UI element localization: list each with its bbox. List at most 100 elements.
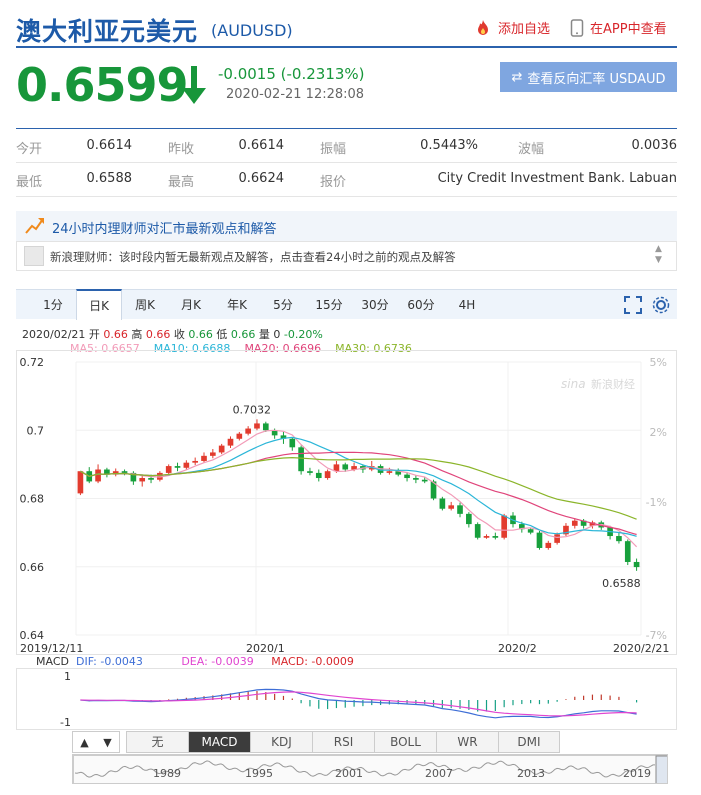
fullscreen-icon[interactable]: [624, 296, 642, 314]
candle-body: [342, 464, 349, 470]
advisor-title[interactable]: 24小时内理财师对汇市最新观点和解答: [52, 218, 277, 237]
candle-body: [386, 471, 393, 473]
indicator-tab-macd[interactable]: MACD: [189, 732, 251, 752]
legend-high-label: 高: [131, 328, 143, 341]
candle-body: [236, 433, 243, 439]
legend-close-label: 收: [173, 328, 185, 341]
scroll-down-icon[interactable]: ▼: [103, 736, 111, 749]
candle-body: [183, 462, 190, 468]
candle-body: [315, 472, 322, 479]
prev-close-value: 0.6614: [238, 138, 285, 153]
prev-close-label: 昨收: [168, 142, 195, 157]
open-value: 0.6614: [86, 138, 133, 153]
open-label: 今开: [16, 142, 43, 157]
indicator-tab-dmi[interactable]: DMI: [499, 732, 559, 752]
candle-body: [262, 423, 269, 431]
wave-value: 0.0036: [631, 138, 678, 153]
watermark-text: 新浪财经: [591, 377, 635, 391]
legend-low: 0.66: [230, 328, 256, 341]
scroll-arrows-icon[interactable]: ▲ ▼: [655, 244, 662, 266]
indicator-tab-wr[interactable]: WR: [437, 732, 499, 752]
view-in-app-label: 在APP中查看: [590, 22, 667, 37]
candle-body: [165, 466, 172, 473]
candle-body: [492, 536, 499, 538]
tab-4h[interactable]: 4H: [444, 290, 490, 320]
header-divider: [16, 46, 677, 48]
price-change: -0.0015 (-0.2313%): [218, 65, 365, 83]
ohlc-legend: 2020/02/21 开 0.66 高 0.66 收 0.66 低 0.66 量…: [22, 326, 323, 342]
candle-body: [616, 536, 622, 542]
candle-body: [527, 529, 534, 533]
macd-y-bottom: -1: [60, 716, 71, 729]
tab-monthly-k[interactable]: 月K: [168, 290, 214, 320]
y-pct-label: 5%: [650, 356, 667, 369]
candle-body: [536, 532, 543, 548]
candle-body: [77, 471, 84, 494]
macd-dif: DIF: -0.0043: [75, 655, 143, 668]
candle-body: [218, 445, 225, 453]
legend-open-label: 开: [88, 328, 100, 341]
x-tick-label: 2020/1: [246, 642, 285, 655]
tab-5min[interactable]: 5分: [260, 290, 306, 320]
tab-15min[interactable]: 15分: [306, 290, 352, 320]
candle-body: [421, 479, 428, 482]
scroll-up-icon[interactable]: ▲: [80, 736, 88, 749]
candle-body: [227, 438, 234, 446]
macd-value: MACD: -0.0009: [271, 655, 354, 668]
candle-body: [413, 478, 419, 480]
tab-daily-k[interactable]: 日K: [76, 289, 122, 320]
candle-body: [289, 438, 296, 448]
navigator-year: 2019: [623, 767, 651, 780]
y-tick-label: 0.72: [20, 356, 45, 369]
macd-y-top: 1: [64, 670, 71, 683]
period-tabs: 1分 日K 周K 月K 年K 5分 15分 30分 60分 4H: [16, 289, 677, 320]
inverse-rate-button[interactable]: ⇄ 查看反向汇率 USDAUD: [500, 62, 677, 92]
watermark-logo: sina: [561, 377, 586, 391]
current-price: 0.6599: [16, 58, 189, 112]
indicator-tab-none[interactable]: 无: [127, 732, 189, 752]
settings-icon[interactable]: [652, 296, 670, 314]
candle-body: [307, 471, 313, 473]
candle-body: [139, 478, 146, 482]
indicator-tab-rsi[interactable]: RSI: [313, 732, 375, 752]
macd-legend: MACD DIF: -0.0043 DEA: -0.0039 MACD: -0.…: [36, 655, 354, 668]
tab-30min[interactable]: 30分: [352, 290, 398, 320]
candle-body: [439, 498, 446, 509]
range-navigator[interactable]: 1989 1995 2001 2007 2013 2019: [72, 754, 668, 784]
add-favorite-button[interactable]: 添加自选: [474, 18, 550, 37]
indicator-scroll[interactable]: ▲ ▼: [72, 731, 120, 753]
macd-dea: DEA: -0.0039: [181, 655, 254, 668]
ma30-line: [80, 456, 637, 520]
legend-open: 0.66: [103, 328, 128, 341]
candle-body: [254, 423, 260, 429]
low-label: 最低: [16, 175, 43, 190]
tab-1min[interactable]: 1分: [30, 290, 76, 320]
indicator-tab-boll[interactable]: BOLL: [375, 732, 437, 752]
quote-by-label: 报价: [320, 175, 347, 190]
indicator-tabs: 无 MACD KDJ RSI BOLL WR DMI: [126, 731, 560, 753]
tab-yearly-k[interactable]: 年K: [214, 290, 260, 320]
y-tick-label: 0.68: [20, 493, 45, 506]
legend-low-label: 低: [216, 328, 228, 341]
legend-date: 2020/02/21: [22, 328, 86, 341]
kline-chart[interactable]: 0.72 0.7 0.68 0.66 0.64 5% 2% -1% -7% 2019/12/11 2…: [16, 350, 677, 655]
macd-chart[interactable]: 1 -1: [16, 668, 677, 730]
navigator-year: 1995: [245, 767, 273, 780]
symbol-code: (AUDUSD): [211, 21, 293, 40]
candle-body: [148, 478, 154, 480]
tab-60min[interactable]: 60分: [398, 290, 444, 320]
candle-body: [192, 460, 199, 463]
tab-weekly-k[interactable]: 周K: [122, 290, 168, 320]
y-pct-label: -7%: [646, 629, 667, 642]
candle-body: [466, 513, 472, 525]
y-pct-label: -1%: [646, 496, 667, 509]
indicator-tab-kdj[interactable]: KDJ: [251, 732, 313, 752]
view-in-app-button[interactable]: 在APP中查看: [570, 18, 667, 37]
candle-body: [633, 561, 640, 568]
ma5-line: [80, 429, 638, 548]
y-tick-label: 0.66: [20, 561, 45, 574]
advisor-text[interactable]: 新浪理财师：该时段内暂无最新观点及解答，点击查看24小时之前的观点及解答: [50, 249, 456, 265]
candle-body: [624, 541, 631, 562]
candle-body: [545, 542, 552, 548]
y-tick-label: 0.7: [27, 424, 45, 437]
